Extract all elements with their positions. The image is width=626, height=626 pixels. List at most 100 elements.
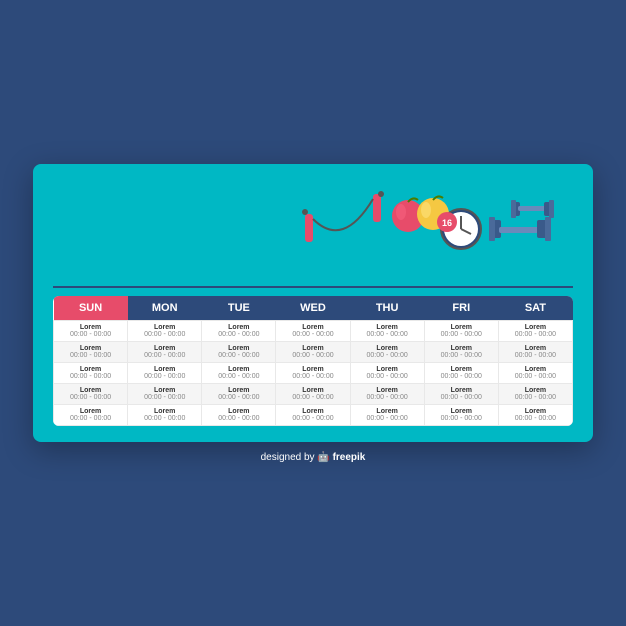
cell-time: 00:00 - 00:00 — [355, 331, 420, 338]
cell-label: Lorem — [132, 408, 197, 415]
cell-label: Lorem — [355, 408, 420, 415]
cell-label: Lorem — [355, 345, 420, 352]
cell-label: Lorem — [355, 366, 420, 373]
header-tue: TUE — [202, 296, 276, 321]
table-cell: Lorem00:00 - 00:00 — [498, 404, 572, 425]
header-mon: MON — [128, 296, 202, 321]
cell-time: 00:00 - 00:00 — [355, 373, 420, 380]
cell-label: Lorem — [132, 324, 197, 331]
table-cell: Lorem00:00 - 00:00 — [54, 383, 128, 404]
cell-time: 00:00 - 00:00 — [206, 331, 271, 338]
card-header: 16 — [53, 184, 573, 274]
table-cell: Lorem00:00 - 00:00 — [128, 404, 202, 425]
table-cell: Lorem00:00 - 00:00 — [54, 404, 128, 425]
table-row: Lorem00:00 - 00:00Lorem00:00 - 00:00Lore… — [54, 320, 573, 341]
table-cell: Lorem00:00 - 00:00 — [424, 404, 498, 425]
cell-time: 00:00 - 00:00 — [355, 352, 420, 359]
table-cell: Lorem00:00 - 00:00 — [350, 341, 424, 362]
cell-label: Lorem — [132, 345, 197, 352]
cell-time: 00:00 - 00:00 — [503, 394, 568, 401]
footer-text: designed by 🤖 freepik — [261, 452, 366, 463]
table-cell: Lorem00:00 - 00:00 — [350, 404, 424, 425]
cell-label: Lorem — [280, 408, 345, 415]
table-cell: Lorem00:00 - 00:00 — [424, 362, 498, 383]
table-cell: Lorem00:00 - 00:00 — [54, 362, 128, 383]
table-cell: Lorem00:00 - 00:00 — [128, 362, 202, 383]
cell-time: 00:00 - 00:00 — [429, 415, 494, 422]
cell-time: 00:00 - 00:00 — [355, 415, 420, 422]
footer: designed by 🤖 freepik — [261, 452, 366, 463]
table-cell: Lorem00:00 - 00:00 — [202, 341, 276, 362]
table-cell: Lorem00:00 - 00:00 — [350, 362, 424, 383]
cell-label: Lorem — [206, 345, 271, 352]
cell-time: 00:00 - 00:00 — [132, 352, 197, 359]
cell-time: 00:00 - 00:00 — [206, 394, 271, 401]
cell-label: Lorem — [355, 324, 420, 331]
table-row: Lorem00:00 - 00:00Lorem00:00 - 00:00Lore… — [54, 341, 573, 362]
cell-time: 00:00 - 00:00 — [280, 331, 345, 338]
cell-time: 00:00 - 00:00 — [132, 415, 197, 422]
header-thu: THU — [350, 296, 424, 321]
header-wed: WED — [276, 296, 350, 321]
cell-label: Lorem — [206, 387, 271, 394]
cell-time: 00:00 - 00:00 — [503, 331, 568, 338]
cell-time: 00:00 - 00:00 — [429, 373, 494, 380]
schedule-table: SUN MON TUE WED THU FRI SAT Lorem00:00 -… — [53, 296, 573, 426]
table-cell: Lorem00:00 - 00:00 — [498, 320, 572, 341]
cell-label: Lorem — [206, 408, 271, 415]
cell-time: 00:00 - 00:00 — [429, 394, 494, 401]
header-fri: FRI — [424, 296, 498, 321]
cell-label: Lorem — [280, 366, 345, 373]
table-cell: Lorem00:00 - 00:00 — [276, 320, 350, 341]
cell-label: Lorem — [132, 366, 197, 373]
cell-label: Lorem — [429, 345, 494, 352]
table-cell: Lorem00:00 - 00:00 — [202, 362, 276, 383]
cell-label: Lorem — [280, 324, 345, 331]
header-sat: SAT — [498, 296, 572, 321]
table-cell: Lorem00:00 - 00:00 — [498, 341, 572, 362]
cell-time: 00:00 - 00:00 — [280, 373, 345, 380]
cell-label: Lorem — [503, 324, 568, 331]
cell-label: Lorem — [132, 387, 197, 394]
table-cell: Lorem00:00 - 00:00 — [128, 341, 202, 362]
cell-time: 00:00 - 00:00 — [280, 352, 345, 359]
cell-label: Lorem — [429, 324, 494, 331]
table-cell: Lorem00:00 - 00:00 — [202, 320, 276, 341]
table-cell: Lorem00:00 - 00:00 — [276, 383, 350, 404]
cell-time: 00:00 - 00:00 — [58, 415, 123, 422]
table-cell: Lorem00:00 - 00:00 — [424, 341, 498, 362]
cell-label: Lorem — [58, 324, 123, 331]
table-cell: Lorem00:00 - 00:00 — [424, 320, 498, 341]
table-cell: Lorem00:00 - 00:00 — [202, 383, 276, 404]
table-cell: Lorem00:00 - 00:00 — [128, 320, 202, 341]
cell-time: 00:00 - 00:00 — [58, 331, 123, 338]
fitness-schedule-card: 16 SUN MON — [33, 164, 593, 442]
cell-label: Lorem — [206, 324, 271, 331]
cell-time: 00:00 - 00:00 — [206, 373, 271, 380]
svg-text:16: 16 — [442, 218, 452, 228]
table-cell: Lorem00:00 - 00:00 — [276, 404, 350, 425]
table-cell: Lorem00:00 - 00:00 — [54, 320, 128, 341]
table-cell: Lorem00:00 - 00:00 — [202, 404, 276, 425]
cell-time: 00:00 - 00:00 — [429, 352, 494, 359]
cell-label: Lorem — [355, 387, 420, 394]
cell-time: 00:00 - 00:00 — [503, 352, 568, 359]
cell-label: Lorem — [58, 345, 123, 352]
cell-time: 00:00 - 00:00 — [58, 352, 123, 359]
cell-time: 00:00 - 00:00 — [58, 394, 123, 401]
table-row: Lorem00:00 - 00:00Lorem00:00 - 00:00Lore… — [54, 383, 573, 404]
equipment-icons: 16 — [293, 184, 573, 274]
cell-label: Lorem — [503, 366, 568, 373]
cell-label: Lorem — [280, 345, 345, 352]
table-row: Lorem00:00 - 00:00Lorem00:00 - 00:00Lore… — [54, 404, 573, 425]
divider — [53, 286, 573, 288]
cell-label: Lorem — [206, 366, 271, 373]
cell-label: Lorem — [503, 408, 568, 415]
cell-time: 00:00 - 00:00 — [58, 373, 123, 380]
table-cell: Lorem00:00 - 00:00 — [276, 362, 350, 383]
cell-time: 00:00 - 00:00 — [355, 394, 420, 401]
table-cell: Lorem00:00 - 00:00 — [424, 383, 498, 404]
table-cell: Lorem00:00 - 00:00 — [54, 341, 128, 362]
table-cell: Lorem00:00 - 00:00 — [350, 320, 424, 341]
cell-label: Lorem — [503, 345, 568, 352]
